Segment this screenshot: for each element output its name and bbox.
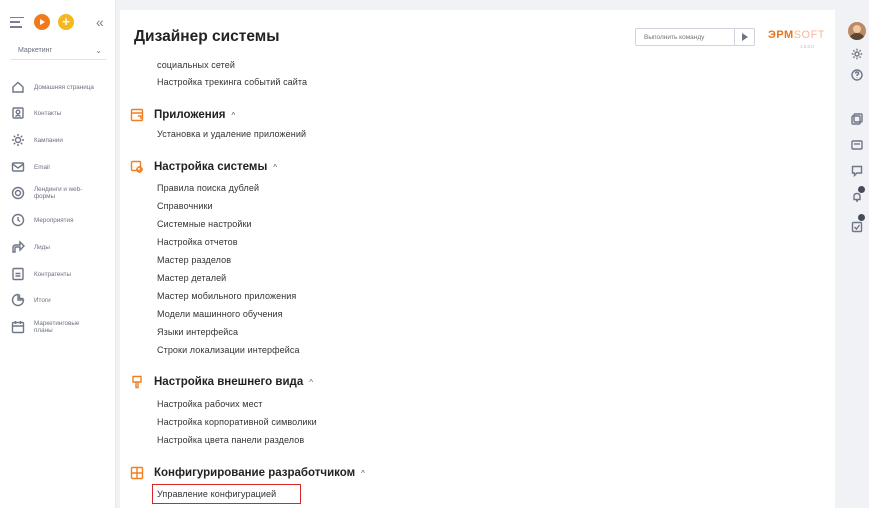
workspace-selector[interactable]: Маркетинг ⌄ [10, 42, 106, 60]
calendar-icon [10, 319, 26, 335]
system-designer-panel: Дизайнер системы ЭРМSOFT 1.0.0.0 социаль… [120, 10, 835, 508]
sidebar-item-label: Контрагенты [34, 270, 72, 278]
designer-link-configuration[interactable]: Управление конфигурацией [157, 489, 276, 499]
sidebar-item-label: Контакты [34, 109, 62, 117]
sidebar-item-label: Лиды [34, 243, 50, 251]
sidebar-item-accounts[interactable]: Контрагенты [6, 263, 112, 285]
notification-badge [858, 186, 865, 193]
caret-up-icon: ^ [309, 377, 313, 387]
clock-icon [10, 212, 26, 228]
caret-up-icon: ^ [361, 468, 365, 478]
section-title: Конфигурирование разработчиком [154, 467, 356, 479]
designer-link[interactable]: Модели машинного обучения [157, 309, 283, 319]
avatar[interactable] [848, 22, 866, 40]
sidebar-item-label: Лендинги и web-формы [34, 186, 83, 200]
app-window: + « Маркетинг ⌄ Домашняя страница Контак… [0, 0, 869, 508]
designer-link[interactable]: Настройка рабочих мест [157, 399, 263, 409]
collapse-sidebar-icon[interactable]: « [96, 14, 104, 30]
designer-link[interactable]: Языки интерфейса [157, 327, 238, 337]
process-play-button[interactable] [34, 14, 50, 30]
caret-up-icon: ^ [231, 110, 236, 120]
sidebar-item-leads[interactable]: Лиды [6, 236, 112, 258]
sidebar-item-label: Итоги [34, 296, 51, 304]
page-title: Дизайнер системы [134, 28, 280, 45]
section-header-appearance[interactable]: Настройка внешнего вида ^ [130, 373, 313, 391]
run-command-icon[interactable] [734, 29, 754, 45]
landing-icon [10, 185, 26, 201]
chat-icon[interactable] [850, 164, 864, 178]
command-input[interactable] [636, 29, 734, 45]
email-icon [10, 159, 26, 175]
designer-link[interactable]: Настройка корпоративной символики [157, 417, 317, 427]
designer-link[interactable]: Мастер разделов [157, 255, 231, 265]
designer-link[interactable]: Мастер мобильного приложения [157, 291, 296, 301]
workspace-label: Маркетинг [18, 47, 53, 54]
apps-icon [130, 108, 144, 122]
campaign-sun-icon [10, 132, 26, 148]
sidebar-item-label: Домашняя страница [34, 83, 94, 91]
messages-icon[interactable] [850, 138, 864, 152]
designer-link[interactable]: Настройка трекинга событий сайта [157, 77, 307, 87]
help-icon[interactable] [850, 68, 864, 82]
section-title: Приложения [154, 109, 226, 121]
lead-icon [10, 239, 26, 255]
section-header-apps[interactable]: Приложения ^ [130, 106, 235, 124]
feed-icon[interactable] [850, 112, 864, 126]
tasks-badge [858, 214, 865, 221]
sidebar-item-email[interactable]: Email [6, 156, 112, 178]
sidebar-item-label: Кампании [34, 136, 63, 144]
section-title: Настройка системы [154, 161, 268, 173]
dev-config-icon [130, 466, 144, 480]
sidebar-item-contacts[interactable]: Контакты [6, 102, 112, 124]
pie-chart-icon [10, 292, 26, 308]
designer-link[interactable]: Мастер деталей [157, 273, 226, 283]
designer-link[interactable]: социальных сетей [157, 60, 235, 70]
version-label: 1.0.0.0 [800, 44, 814, 49]
add-button[interactable]: + [58, 14, 74, 30]
sidebar-item-label: Маркетинговые планы [34, 320, 80, 334]
designer-link[interactable]: Строки локализации интерфейса [157, 345, 300, 355]
designer-link[interactable]: Правила поиска дублей [157, 183, 259, 193]
caret-up-icon: ^ [273, 162, 278, 172]
system-gear-icon [130, 160, 144, 174]
sidebar-item-marketing-plans[interactable]: Маркетинговые планы [6, 316, 112, 338]
designer-link[interactable]: Справочники [157, 201, 213, 211]
sidebar-item-home[interactable]: Домашняя страница [6, 76, 112, 98]
designer-link[interactable]: Установка и удаление приложений [157, 129, 306, 139]
sidebar-item-results[interactable]: Итоги [6, 289, 112, 311]
gear-icon[interactable] [850, 47, 864, 61]
accounts-icon [10, 266, 26, 282]
section-header-system[interactable]: Настройка системы ^ [130, 158, 277, 176]
sidebar-item-landings[interactable]: Лендинги и web-формы [6, 182, 112, 204]
menu-hamburger-icon[interactable] [10, 16, 24, 28]
designer-link[interactable]: Настройка отчетов [157, 237, 238, 247]
section-header-dev[interactable]: Конфигурирование разработчиком ^ [130, 464, 365, 482]
sidebar-item-events[interactable]: Мероприятия [6, 209, 112, 231]
brand-logo: ЭРМSOFT [768, 29, 826, 41]
home-icon [10, 79, 26, 95]
chevron-down-icon: ⌄ [95, 46, 102, 55]
section-title: Настройка внешнего вида [154, 376, 304, 388]
command-line [635, 28, 755, 46]
designer-link[interactable]: Системные настройки [157, 219, 252, 229]
brush-icon [130, 375, 144, 389]
sidebar-item-campaigns[interactable]: Кампании [6, 129, 112, 151]
sidebar-item-label: Мероприятия [34, 216, 74, 224]
designer-link[interactable]: Настройка цвета панели разделов [157, 435, 304, 445]
sidebar-item-label: Email [34, 163, 50, 171]
sidebar-toolbar: + « [10, 10, 110, 34]
tasks-icon[interactable] [850, 220, 864, 234]
contact-card-icon [10, 105, 26, 121]
left-sidebar: + « Маркетинг ⌄ Домашняя страница Контак… [0, 0, 116, 508]
right-rail [838, 0, 869, 508]
